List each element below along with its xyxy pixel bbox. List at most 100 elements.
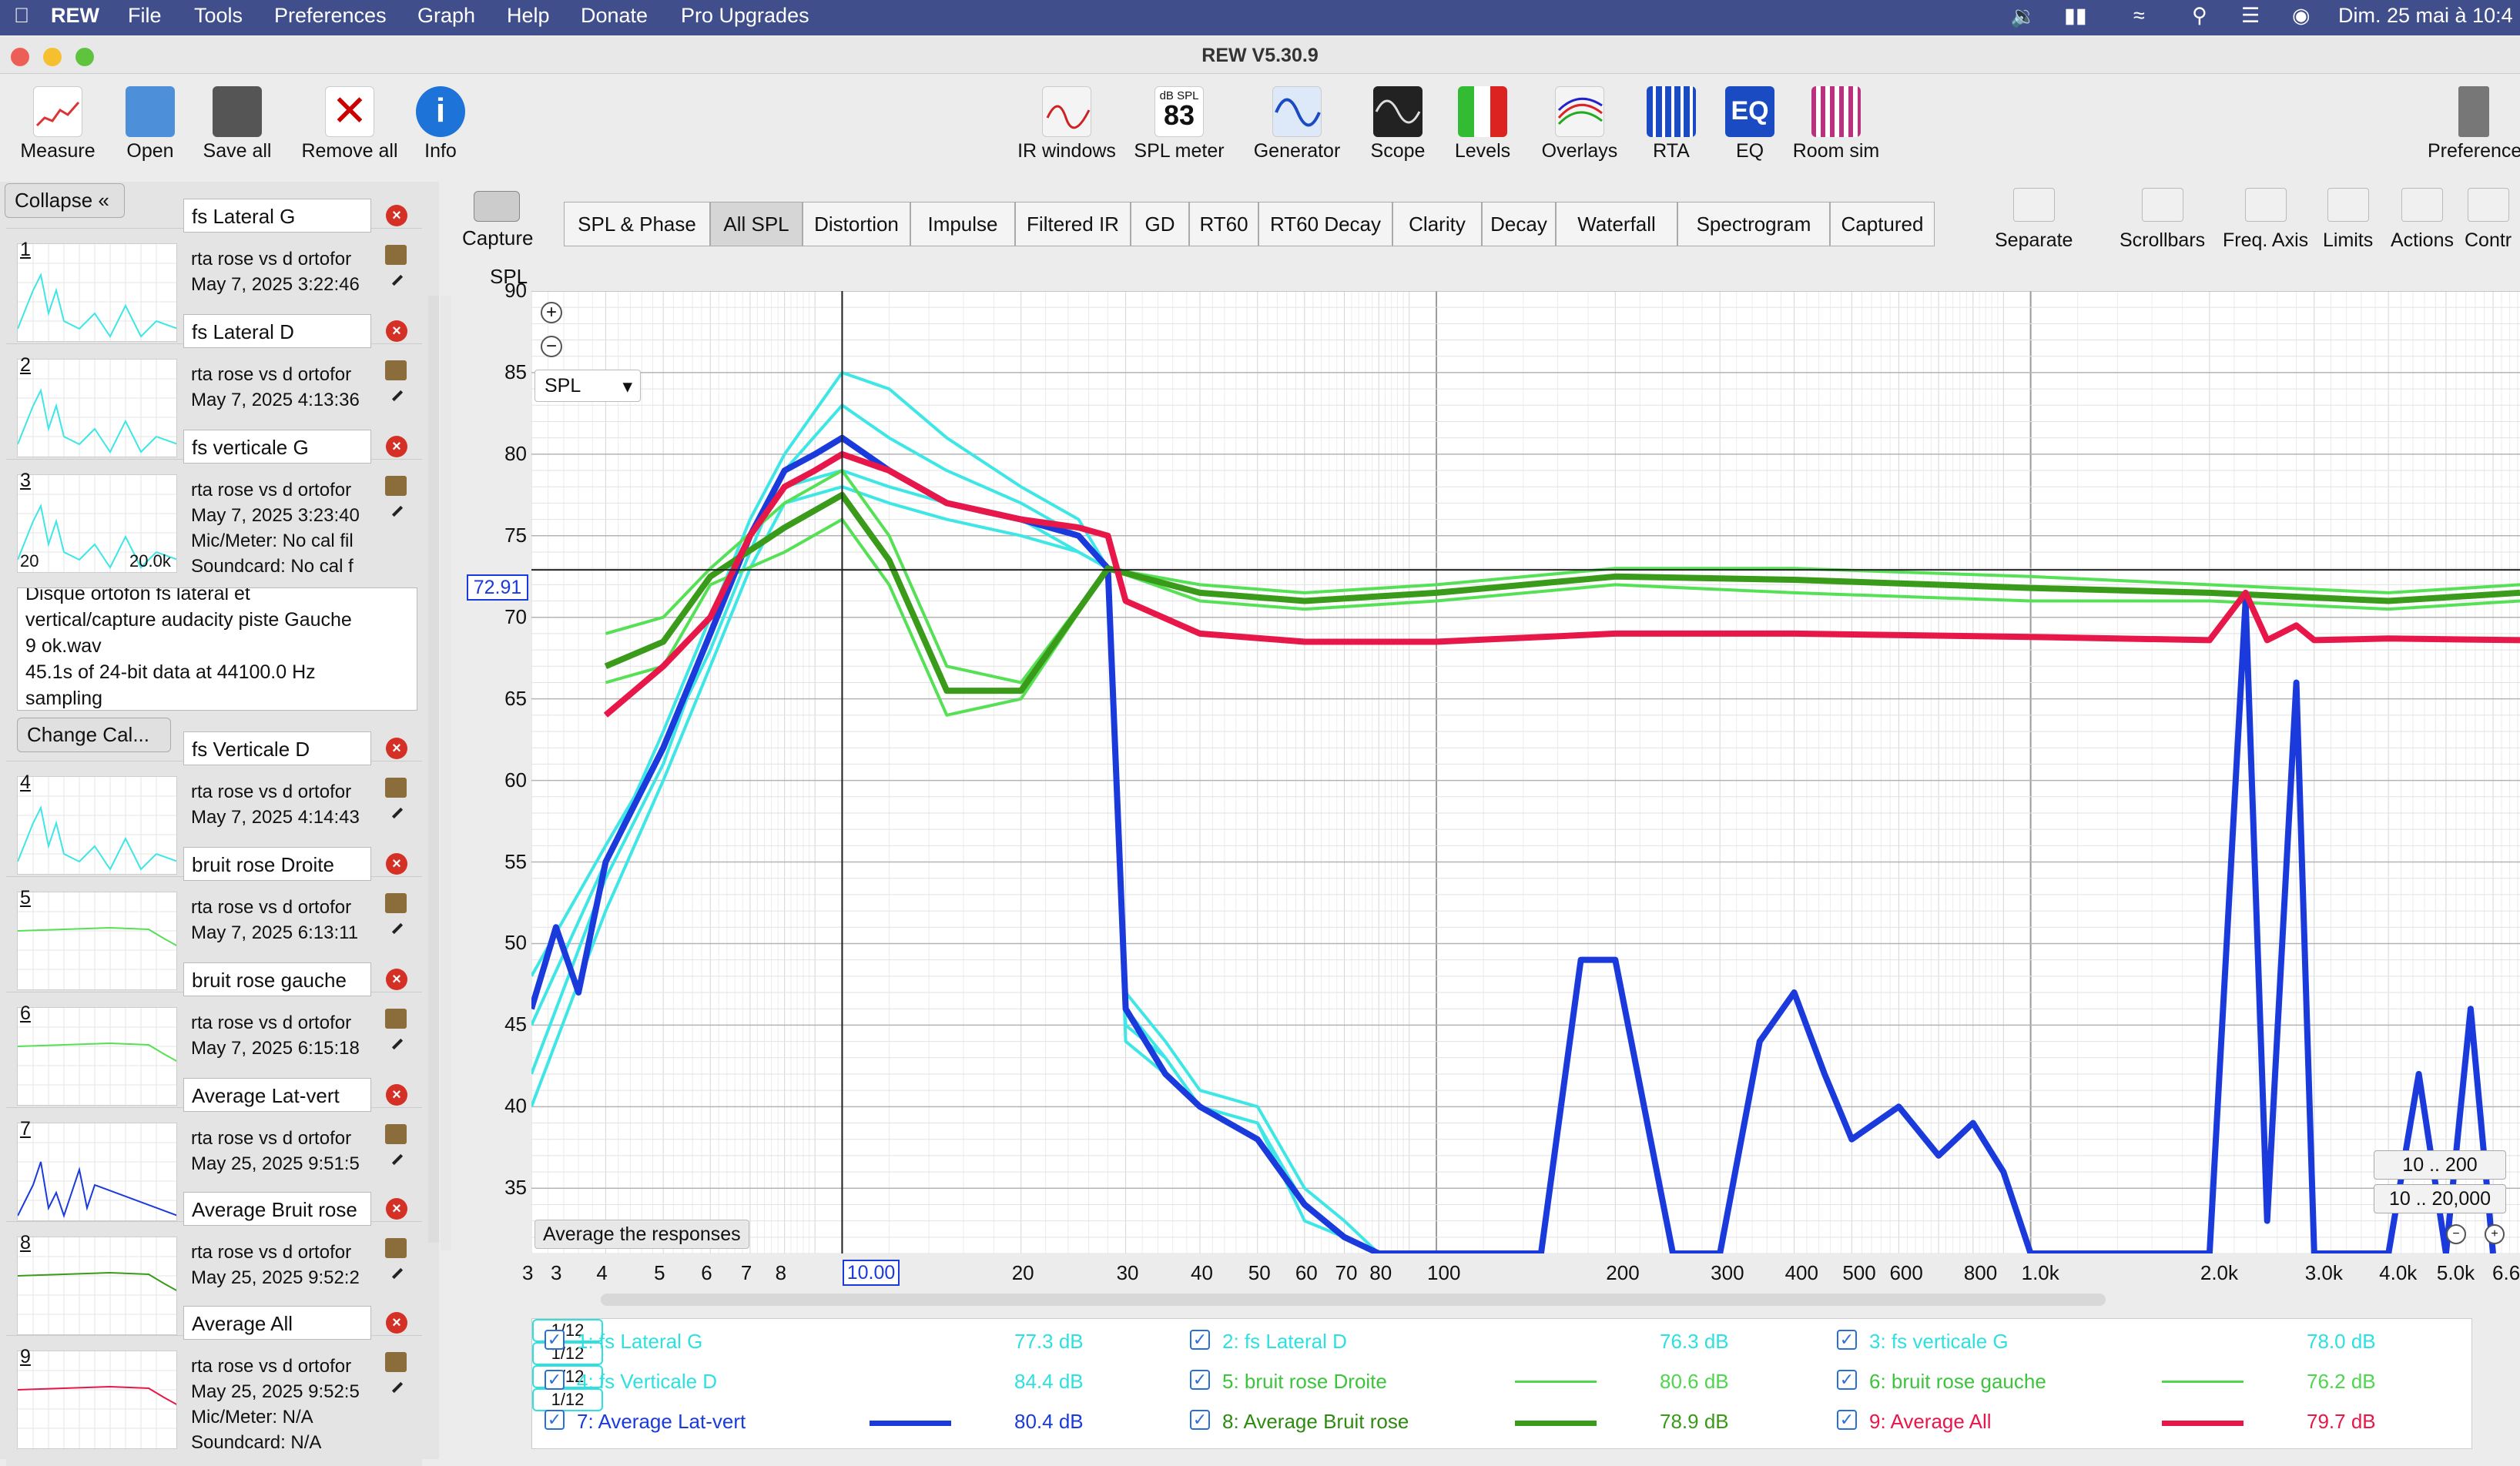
remove-measurement-icon[interactable]: × xyxy=(386,205,407,226)
remove-all-button[interactable]: ✕ Remove all xyxy=(296,86,404,162)
battery-icon[interactable]: ▮▮ xyxy=(2064,4,2087,28)
graph-tool-actions[interactable]: Actions xyxy=(2391,188,2454,252)
measurement-number[interactable]: 5 xyxy=(20,887,31,909)
measurement-number[interactable]: 7 xyxy=(20,1118,31,1140)
range-preset-2[interactable]: 10 .. 20,000 xyxy=(2374,1184,2506,1213)
measurement-name-field[interactable]: Average Bruit rose xyxy=(183,1192,371,1226)
measurement-graph-icon[interactable] xyxy=(385,476,407,496)
measurement-graph-icon[interactable] xyxy=(385,778,407,798)
measurement-thumbnail[interactable] xyxy=(17,1351,177,1449)
measurement-thumbnail[interactable] xyxy=(17,1007,177,1106)
volume-icon[interactable]: 🔉 xyxy=(2010,4,2036,28)
measurement-graph-icon[interactable] xyxy=(385,1238,407,1258)
legend-label[interactable]: 2: fs Lateral D xyxy=(1222,1330,1347,1354)
measure-button[interactable]: Measure xyxy=(15,86,100,162)
tab-clarity[interactable]: Clarity xyxy=(1392,202,1482,246)
scope-button[interactable]: Scope xyxy=(1363,86,1433,162)
tab-waterfall[interactable]: Waterfall xyxy=(1556,202,1677,246)
legend-checkbox[interactable]: ✓ xyxy=(545,1330,565,1350)
tab-rt60[interactable]: RT60 xyxy=(1189,202,1258,246)
spl-dropdown[interactable]: SPL ▾ xyxy=(534,370,641,402)
legend-checkbox[interactable]: ✓ xyxy=(1190,1330,1210,1350)
search-icon[interactable]: ⚲ xyxy=(2192,4,2207,28)
measurement-name-field[interactable]: bruit rose gauche xyxy=(183,962,371,996)
remove-measurement-icon[interactable]: × xyxy=(386,969,407,990)
graph-tool-freq-axis[interactable]: Freq. Axis xyxy=(2223,188,2308,252)
measurement-number[interactable]: 3 xyxy=(20,470,31,492)
rta-button[interactable]: RTA xyxy=(1640,86,1702,162)
wifi-icon[interactable]: ≈ xyxy=(2133,4,2145,28)
legend-label[interactable]: 1: fs Lateral G xyxy=(577,1330,702,1354)
menu-app-name[interactable]: REW xyxy=(51,4,99,28)
measurement-name-field[interactable]: fs Lateral G xyxy=(183,199,371,233)
range-preset-1[interactable]: 10 .. 200 xyxy=(2374,1150,2506,1180)
measurement-graph-icon[interactable] xyxy=(385,245,407,265)
menu-tools[interactable]: Tools xyxy=(194,4,243,28)
legend-checkbox[interactable]: ✓ xyxy=(1190,1370,1210,1390)
measurement-number[interactable]: 2 xyxy=(20,354,31,377)
series-line-5[interactable] xyxy=(605,469,2520,684)
tab-all-spl[interactable]: All SPL xyxy=(710,202,803,246)
legend-checkbox[interactable]: ✓ xyxy=(545,1370,565,1390)
measurement-name-field[interactable]: bruit rose Droite xyxy=(183,847,371,881)
measurement-name-field[interactable]: Average All xyxy=(183,1306,371,1340)
tab-captured[interactable]: Captured xyxy=(1830,202,1935,246)
measurement-number[interactable]: 1 xyxy=(20,239,31,261)
capture-button[interactable]: Capture xyxy=(462,191,534,250)
measurement-thumbnail[interactable] xyxy=(17,1123,177,1221)
graph-tool-separate[interactable]: Separate xyxy=(1995,188,2073,252)
spl-meter-button[interactable]: dB SPL 83 SPL meter xyxy=(1129,86,1229,162)
measurement-number[interactable]: 6 xyxy=(20,1002,31,1025)
tab-rt60-decay[interactable]: RT60 Decay xyxy=(1258,202,1392,246)
remove-measurement-icon[interactable]: × xyxy=(386,1198,407,1220)
legend-checkbox[interactable]: ✓ xyxy=(1190,1410,1210,1430)
measurement-graph-icon[interactable] xyxy=(385,1352,407,1372)
zoom-in-x-icon[interactable]: + xyxy=(2485,1224,2505,1244)
change-cal-button[interactable]: Change Cal... xyxy=(17,718,171,752)
measurement-number[interactable]: 9 xyxy=(20,1346,31,1368)
legend-label[interactable]: 8: Average Bruit rose xyxy=(1222,1410,1409,1434)
overlays-button[interactable]: Overlays xyxy=(1533,86,1627,162)
measurement-name-field[interactable]: Average Lat-vert xyxy=(183,1078,371,1112)
legend-label[interactable]: 9: Average All xyxy=(1869,1410,1992,1434)
measurement-notes[interactable]: Disque ortofon fs lateral et vertical/ca… xyxy=(17,587,417,711)
zoom-out-x-icon[interactable]: − xyxy=(2446,1224,2466,1244)
info-button[interactable]: i Info xyxy=(411,86,470,162)
save-all-button[interactable]: Save all xyxy=(197,86,277,162)
measurement-graph-icon[interactable] xyxy=(385,1009,407,1029)
menu-pro-upgrades[interactable]: Pro Upgrades xyxy=(681,4,809,28)
preferences-button[interactable]: Preference xyxy=(2428,86,2520,162)
legend-label[interactable]: 6: bruit rose gauche xyxy=(1869,1370,2046,1394)
legend-checkbox[interactable]: ✓ xyxy=(545,1410,565,1430)
graph-tool-scrollbars[interactable]: Scrollbars xyxy=(2120,188,2205,252)
legend-checkbox[interactable]: ✓ xyxy=(1837,1370,1857,1390)
measurement-graph-icon[interactable] xyxy=(385,1124,407,1144)
remove-measurement-icon[interactable]: × xyxy=(386,320,407,342)
measurement-thumbnail[interactable] xyxy=(17,243,177,342)
graph-tool-contr[interactable]: Contr xyxy=(2465,188,2512,252)
measurement-thumbnail[interactable] xyxy=(17,1237,177,1335)
measurement-name-field[interactable]: fs verticale G xyxy=(183,430,371,464)
legend-label[interactable]: 4: fs Verticale D xyxy=(577,1370,717,1394)
menu-graph[interactable]: Graph xyxy=(417,4,475,28)
menu-donate[interactable]: Donate xyxy=(581,4,648,28)
generator-button[interactable]: Generator xyxy=(1243,86,1351,162)
siri-icon[interactable]: ◉ xyxy=(2292,4,2311,28)
measurement-thumbnail[interactable] xyxy=(17,776,177,875)
legend-checkbox[interactable]: ✓ xyxy=(1837,1410,1857,1430)
tab-spl-phase[interactable]: SPL & Phase xyxy=(564,202,710,246)
menu-file[interactable]: File xyxy=(128,4,162,28)
measurement-thumbnail[interactable] xyxy=(17,359,177,457)
measurement-thumbnail[interactable] xyxy=(17,892,177,990)
levels-button[interactable]: Levels xyxy=(1448,86,1517,162)
remove-measurement-icon[interactable]: × xyxy=(386,436,407,457)
legend-label[interactable]: 3: fs verticale G xyxy=(1869,1330,2009,1354)
tab-gd[interactable]: GD xyxy=(1131,202,1189,246)
zoom-in-icon[interactable]: + xyxy=(541,302,562,323)
room-sim-button[interactable]: Room sim xyxy=(1787,86,1885,162)
eq-button[interactable]: EQ EQ xyxy=(1717,86,1782,162)
tab-impulse[interactable]: Impulse xyxy=(910,202,1015,246)
legend-label[interactable]: 7: Average Lat-vert xyxy=(577,1410,746,1434)
tab-distortion[interactable]: Distortion xyxy=(803,202,910,246)
spl-chart[interactable] xyxy=(528,290,2520,1257)
